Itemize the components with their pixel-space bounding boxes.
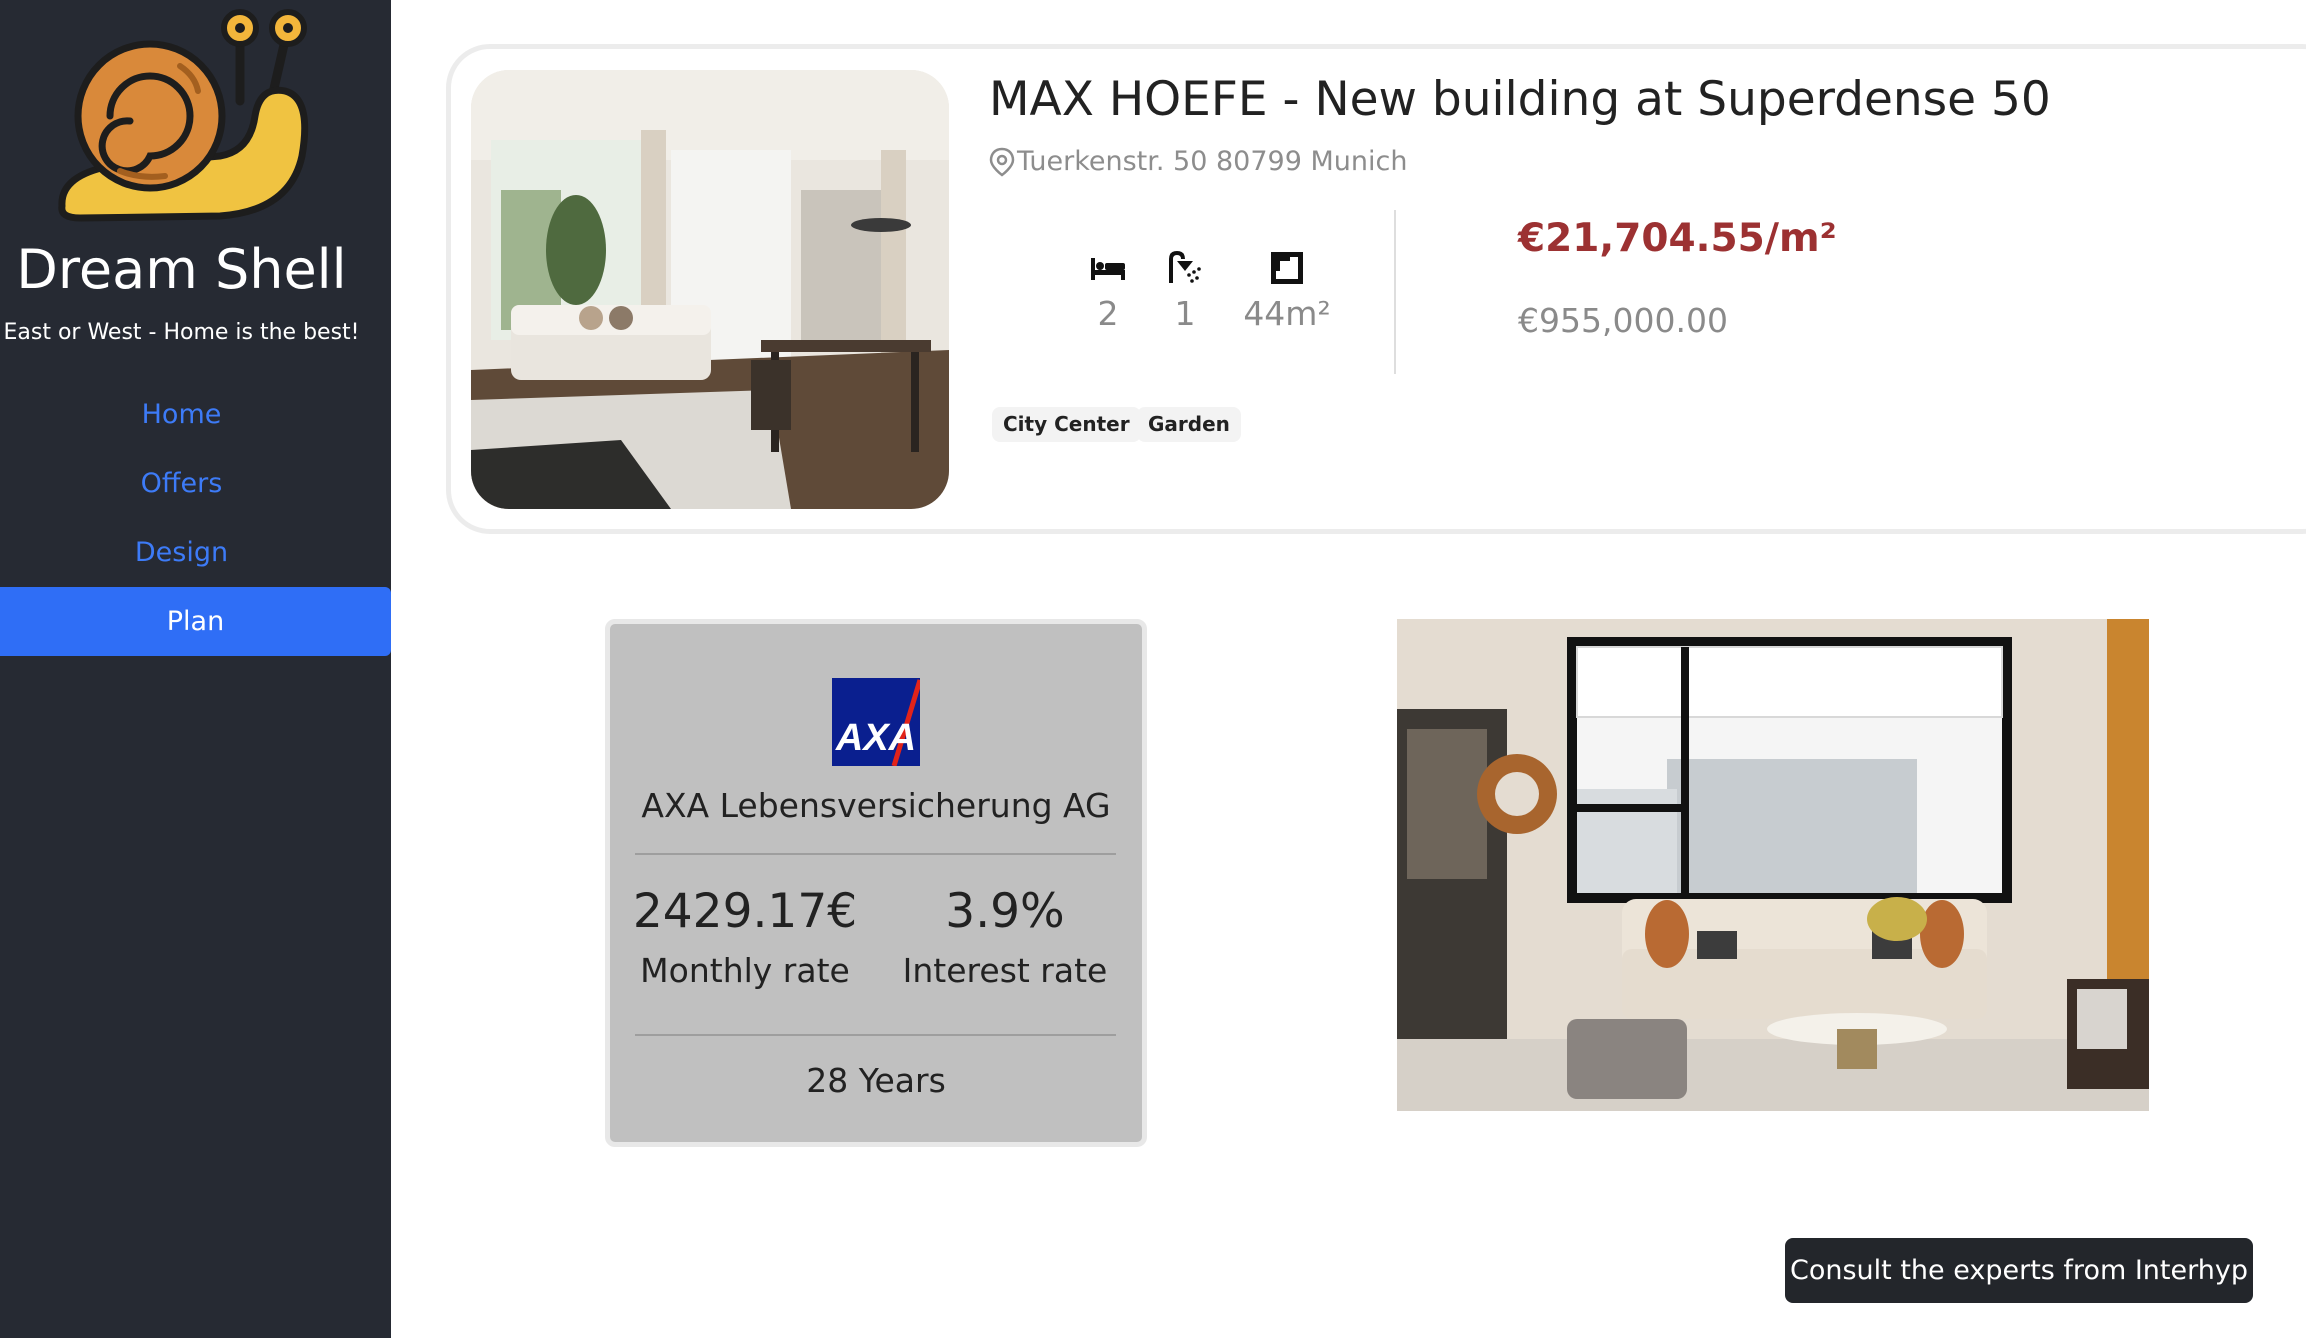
listing-divider (1394, 210, 1396, 374)
living-room-image (1397, 619, 2149, 1111)
area-value: 44m² (1243, 294, 1331, 333)
axa-logo: AXA (832, 678, 923, 767)
bathrooms-feature: 1 (1167, 250, 1203, 333)
sidebar-nav: Home Offers Design Plan (0, 380, 391, 656)
tag-garden: Garden (1137, 407, 1241, 442)
interest-rate-label: Interest rate (902, 951, 1108, 990)
shower-icon (1169, 251, 1201, 283)
total-price: €955,000.00 (1518, 301, 1728, 340)
lender-name: AXA Lebensversicherung AG (641, 786, 1111, 825)
nav-item-plan[interactable]: Plan (0, 587, 391, 656)
nav-item-home[interactable]: Home (0, 380, 363, 449)
bedrooms-value: 2 (1097, 294, 1119, 333)
brand-name: Dream Shell (16, 238, 347, 301)
loan-divider-bottom (635, 1034, 1116, 1036)
consult-experts-button[interactable]: Consult the experts from Interhyp (1785, 1238, 2253, 1303)
listing-photo (471, 70, 949, 509)
svg-text:AXA: AXA (835, 717, 916, 759)
nav-item-design[interactable]: Design (0, 518, 363, 587)
floorplan-icon (1271, 252, 1303, 284)
bathrooms-value: 1 (1174, 294, 1196, 333)
nav-item-offers[interactable]: Offers (0, 449, 363, 518)
brand-tagline: East or West - Home is the best! (3, 320, 360, 345)
bedrooms-feature: 2 (1090, 250, 1126, 333)
loan-term: 28 Years (806, 1061, 946, 1100)
bed-icon (1091, 258, 1125, 280)
price-per-m2: €21,704.55/m² (1518, 216, 1837, 261)
address-text: Tuerkenstr. 50 80799 Munich (1017, 146, 1408, 177)
location-pin-icon (989, 147, 1015, 177)
interest-rate-value: 3.9% (945, 884, 1065, 939)
monthly-rate-label: Monthly rate (640, 951, 850, 990)
loan-divider-top (635, 853, 1116, 855)
sidebar: Dream Shell East or West - Home is the b… (0, 0, 391, 1338)
listing-address: Tuerkenstr. 50 80799 Munich (989, 146, 1407, 177)
listing-title: MAX HOEFE - New building at Superdense 5… (989, 72, 2051, 127)
area-feature: 44m² (1237, 250, 1337, 333)
nav-item-plan-label: Plan (166, 606, 225, 637)
snail-logo-icon[interactable] (50, 6, 310, 226)
tag-city-center: City Center (992, 407, 1141, 442)
monthly-rate-value: 2429.17€ (632, 884, 858, 939)
